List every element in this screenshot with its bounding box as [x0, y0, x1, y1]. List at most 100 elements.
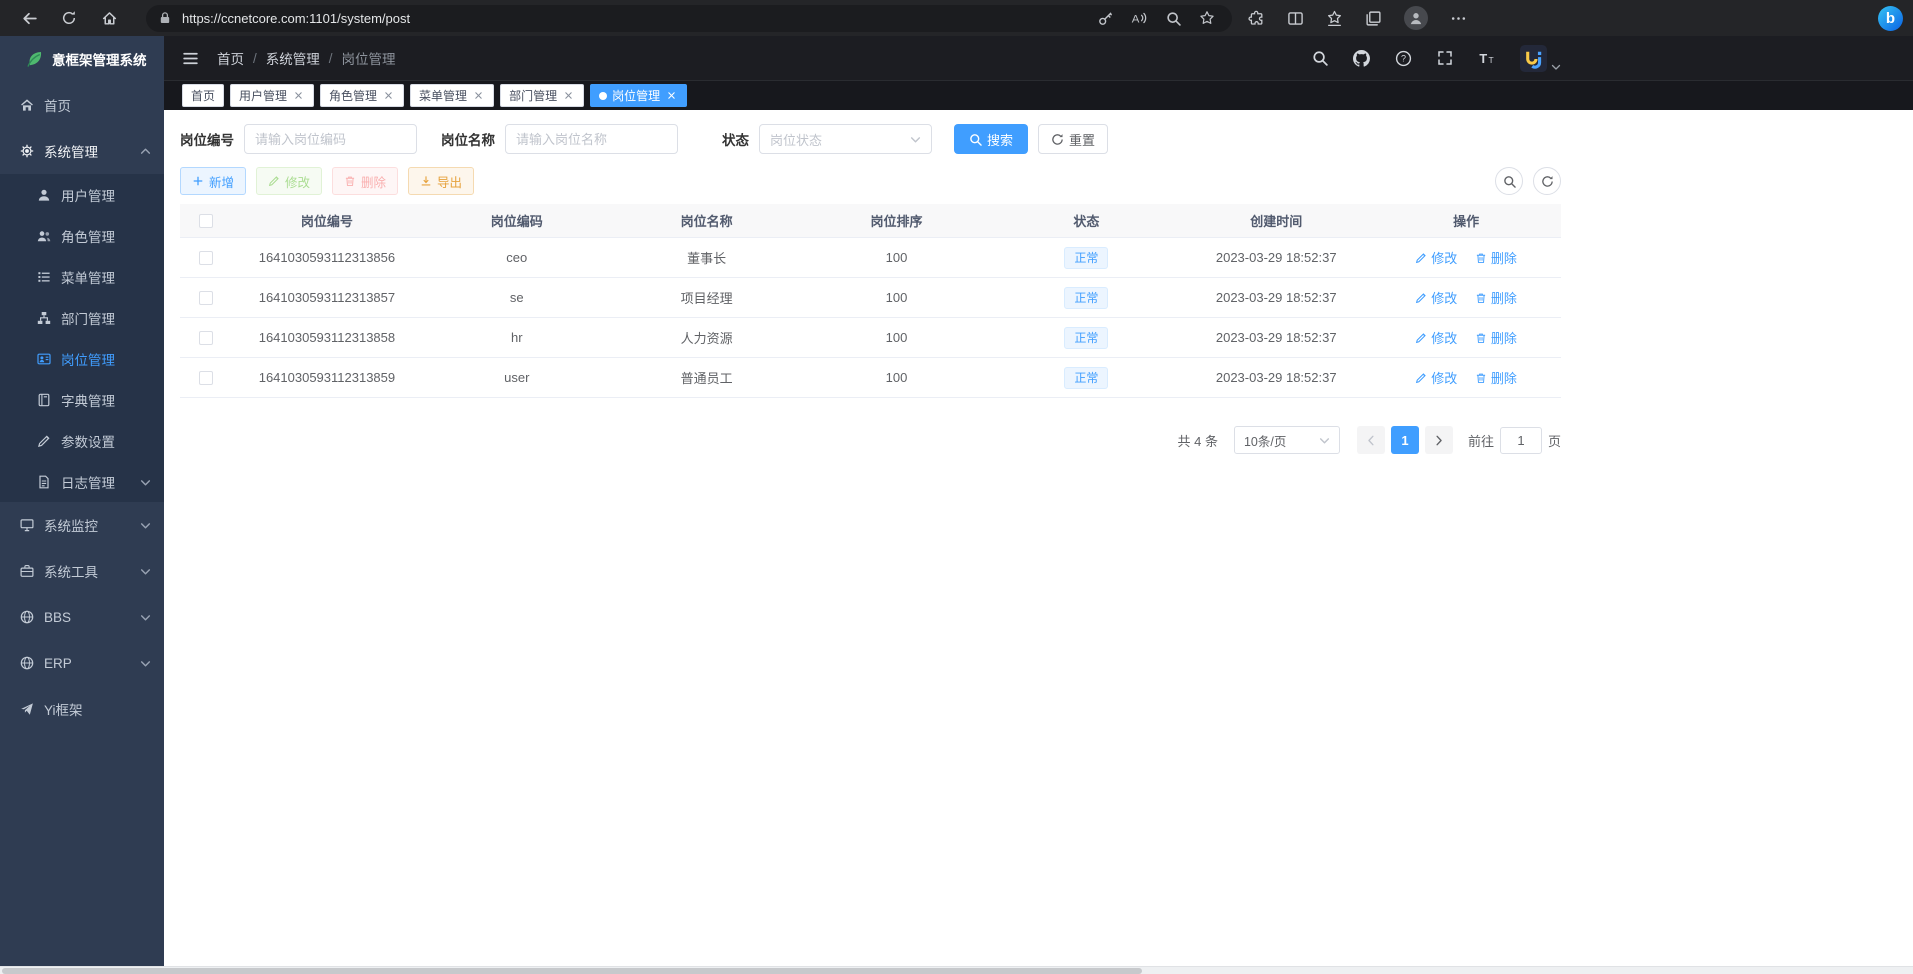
export-button[interactable]: 导出 [408, 167, 474, 195]
row-edit-link[interactable]: 修改 [1415, 288, 1457, 307]
next-page-button[interactable] [1425, 426, 1453, 454]
sidebar-item-menu-mgmt[interactable]: 菜单管理 [0, 256, 164, 297]
close-icon[interactable] [472, 89, 485, 102]
cell-post-name: 普通员工 [612, 368, 802, 387]
sidebar-item-erp[interactable]: ERP [0, 640, 164, 686]
row-delete-link[interactable]: 删除 [1475, 368, 1517, 387]
app-logo-text: 意框架管理系统 [52, 49, 147, 69]
gear-icon [20, 144, 34, 158]
show-search-button[interactable] [1495, 167, 1523, 195]
zoom-icon[interactable] [1160, 6, 1186, 30]
prev-page-button[interactable] [1357, 426, 1385, 454]
status-select[interactable]: 岗位状态 [759, 124, 932, 154]
browser-reload-button[interactable] [54, 4, 84, 32]
browser-menu-icon[interactable] [1450, 10, 1467, 27]
url-text[interactable]: https://ccnetcore.com:1101/system/post [182, 11, 1084, 26]
post-name-input[interactable] [505, 124, 678, 154]
help-icon[interactable] [1395, 50, 1412, 67]
close-icon[interactable] [382, 89, 395, 102]
sidebar-item-yi-framework[interactable]: Yi框架 [0, 686, 164, 732]
add-favorite-icon[interactable] [1194, 6, 1220, 30]
row-edit-link[interactable]: 修改 [1415, 248, 1457, 267]
row-edit-link[interactable]: 修改 [1415, 328, 1457, 347]
select-all-checkbox[interactable] [199, 214, 213, 228]
refresh-table-button[interactable] [1533, 167, 1561, 195]
user-avatar[interactable] [1520, 45, 1561, 72]
sidebar-item-user-mgmt[interactable]: 用户管理 [0, 174, 164, 215]
monitor-icon [20, 518, 34, 532]
password-key-icon[interactable] [1092, 6, 1118, 30]
sidebar-item-log-mgmt[interactable]: 日志管理 [0, 461, 164, 502]
row-delete-link[interactable]: 删除 [1475, 288, 1517, 307]
row-checkbox[interactable] [199, 371, 213, 385]
sidebar-item-bbs[interactable]: BBS [0, 594, 164, 640]
cell-created: 2023-03-29 18:52:37 [1181, 290, 1371, 305]
sidebar-item-dept-mgmt[interactable]: 部门管理 [0, 297, 164, 338]
browser-home-button[interactable] [94, 4, 124, 32]
tags-view: 首页 用户管理 角色管理 菜单管理 部门管理 岗位管理 [164, 80, 1913, 110]
delete-button[interactable]: 删除 [332, 167, 398, 195]
search-button[interactable]: 搜索 [954, 124, 1028, 154]
row-delete-link[interactable]: 删除 [1475, 328, 1517, 347]
fullscreen-icon[interactable] [1437, 50, 1453, 66]
breadcrumb-home[interactable]: 首页 [217, 48, 244, 68]
sidebar-item-post-mgmt[interactable]: 岗位管理 [0, 338, 164, 379]
page-size-select[interactable]: 10条/页 [1234, 426, 1340, 454]
post-code-input[interactable] [244, 124, 417, 154]
navbar-actions [1312, 36, 1561, 80]
row-delete-link[interactable]: 删除 [1475, 248, 1517, 267]
tab-role-mgmt[interactable]: 角色管理 [320, 84, 404, 107]
sidebar-item-role-mgmt[interactable]: 角色管理 [0, 215, 164, 256]
copilot-icon[interactable]: b [1878, 6, 1903, 31]
favorites-icon[interactable] [1326, 10, 1343, 27]
goto-page-input[interactable] [1500, 427, 1542, 454]
add-button[interactable]: 新增 [180, 167, 246, 195]
tab-home[interactable]: 首页 [182, 84, 224, 107]
github-icon[interactable] [1353, 50, 1370, 67]
cell-created: 2023-03-29 18:52:37 [1181, 370, 1371, 385]
browser-profile-avatar[interactable] [1404, 6, 1428, 30]
read-aloud-icon[interactable] [1126, 6, 1152, 30]
page-number-1[interactable]: 1 [1391, 426, 1419, 454]
collections-icon[interactable] [1365, 10, 1382, 27]
download-icon [420, 175, 432, 187]
cell-post-id: 1641030593112313858 [232, 330, 422, 345]
address-bar[interactable]: https://ccnetcore.com:1101/system/post [146, 5, 1232, 32]
col-created: 创建时间 [1181, 211, 1371, 230]
close-icon[interactable] [562, 89, 575, 102]
tab-post-mgmt[interactable]: 岗位管理 [590, 84, 687, 107]
row-checkbox[interactable] [199, 291, 213, 305]
sidebar-item-system-mgmt[interactable]: 系统管理 [0, 128, 164, 174]
horizontal-scrollbar-thumb[interactable] [2, 968, 1142, 974]
lock-icon [158, 11, 172, 25]
row-checkbox[interactable] [199, 331, 213, 345]
font-size-icon[interactable] [1478, 50, 1495, 67]
tab-user-mgmt[interactable]: 用户管理 [230, 84, 314, 107]
yi-logo-avatar [1520, 45, 1547, 72]
sidebar-item-system-tools[interactable]: 系统工具 [0, 548, 164, 594]
browser-back-button[interactable] [14, 4, 44, 32]
sidebar-item-system-monitor[interactable]: 系统监控 [0, 502, 164, 548]
chevron-down-icon [140, 610, 151, 625]
col-post-name: 岗位名称 [612, 211, 802, 230]
tab-menu-mgmt[interactable]: 菜单管理 [410, 84, 494, 107]
app-navbar: 首页 / 系统管理 / 岗位管理 [164, 36, 1913, 80]
reset-button[interactable]: 重置 [1038, 124, 1108, 154]
breadcrumb-system-mgmt[interactable]: 系统管理 [266, 48, 320, 68]
close-icon[interactable] [292, 89, 305, 102]
edit-button[interactable]: 修改 [256, 167, 322, 195]
row-edit-link[interactable]: 修改 [1415, 368, 1457, 387]
table-row: 1641030593112313858 hr 人力资源 100 正常 2023-… [180, 318, 1561, 358]
tab-dept-mgmt[interactable]: 部门管理 [500, 84, 584, 107]
extensions-icon[interactable] [1248, 10, 1265, 27]
split-screen-icon[interactable] [1287, 10, 1304, 27]
sidebar-item-home[interactable]: 首页 [0, 82, 164, 128]
sidebar-item-param-settings[interactable]: 参数设置 [0, 420, 164, 461]
sidebar-item-dict-mgmt[interactable]: 字典管理 [0, 379, 164, 420]
sidebar-toggle[interactable] [182, 50, 199, 67]
header-search-icon[interactable] [1312, 50, 1328, 66]
row-checkbox[interactable] [199, 251, 213, 265]
cell-post-id: 1641030593112313856 [232, 250, 422, 265]
close-icon[interactable] [665, 89, 678, 102]
total-count: 共 4 条 [1178, 431, 1218, 450]
